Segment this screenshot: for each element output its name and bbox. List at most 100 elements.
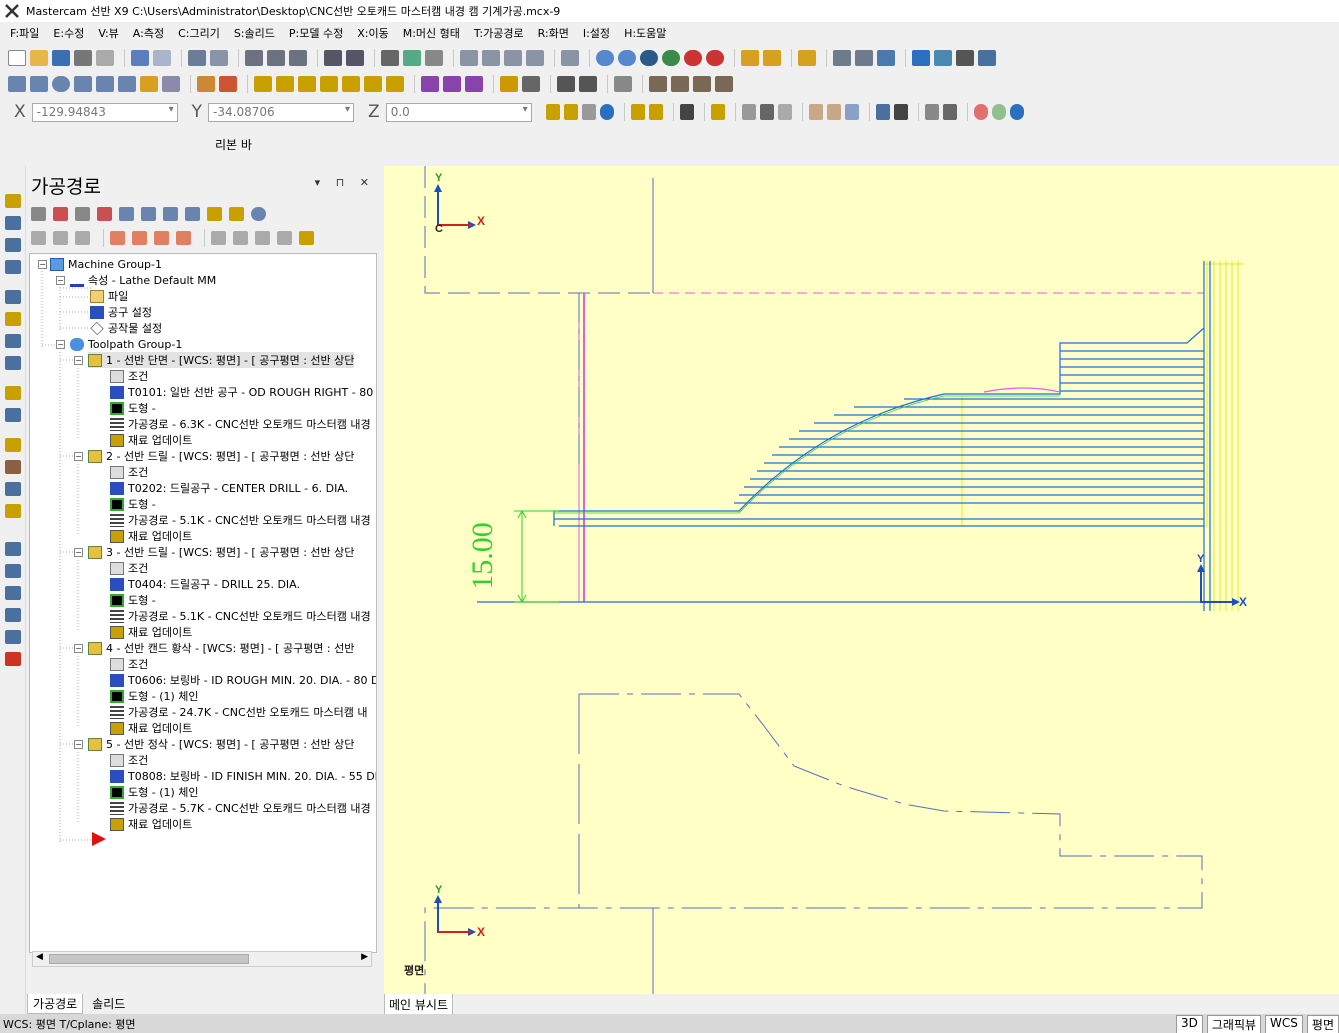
horizontal-dim-icon[interactable] xyxy=(557,76,575,92)
op-tool[interactable]: T0101: 일반 선반 공구 - OD ROUGH RIGHT - 80 DE… xyxy=(110,384,376,400)
point-icon[interactable] xyxy=(8,76,26,92)
lathe-drill-icon[interactable] xyxy=(5,334,21,348)
tab-main-viewsheet[interactable]: 메인 뷰시트 xyxy=(384,994,454,1016)
shaded-icon[interactable] xyxy=(640,50,658,66)
zoom-out-icon[interactable] xyxy=(346,50,364,66)
op-geometry[interactable]: 도형 - xyxy=(110,592,156,608)
options-icon[interactable] xyxy=(299,231,314,245)
lathe-canned-icon[interactable] xyxy=(5,356,21,370)
op-stock-update[interactable]: 재료 업데이트 xyxy=(110,432,192,448)
op-conditions[interactable]: 조건 xyxy=(110,752,148,768)
lathe-point-icon[interactable] xyxy=(5,438,21,452)
help-query-icon[interactable] xyxy=(855,50,873,66)
tree-toolpath-group[interactable]: Toolpath Group-1 xyxy=(70,336,182,352)
redo-icon[interactable] xyxy=(153,50,171,66)
menu-toolpaths[interactable]: T:가공경로 xyxy=(474,25,524,41)
op-tool[interactable]: T0606: 보링바 - ID ROUGH MIN. 20. DIA. - 80… xyxy=(110,672,376,688)
op-expander[interactable]: − xyxy=(74,644,83,653)
op-stock-update[interactable]: 재료 업데이트 xyxy=(110,720,192,736)
surface-icon[interactable] xyxy=(162,76,180,92)
simulate-icon[interactable] xyxy=(163,207,178,221)
wireframe-icon[interactable] xyxy=(662,50,680,66)
cube-view-icon[interactable] xyxy=(561,50,579,66)
g1-post-icon[interactable] xyxy=(185,207,200,221)
posting-icon[interactable] xyxy=(75,231,90,245)
dimension-text[interactable]: 15.00 xyxy=(466,522,499,590)
rectangle-icon[interactable] xyxy=(74,76,92,92)
tab-solids[interactable]: 솔리드 xyxy=(87,994,130,1014)
line-icon[interactable] xyxy=(30,76,48,92)
menu-solids[interactable]: S:솔리드 xyxy=(234,25,275,41)
delete-icon[interactable] xyxy=(219,76,237,92)
lathe-face-icon[interactable] xyxy=(5,194,21,208)
xform-translate-icon[interactable] xyxy=(254,76,272,92)
unzoom-icon[interactable] xyxy=(289,50,307,66)
y-coordinate-field[interactable]: -34.08706 xyxy=(208,102,355,122)
help-circle-icon[interactable] xyxy=(1009,104,1024,120)
hint-icon[interactable] xyxy=(500,76,518,92)
save-icon[interactable] xyxy=(52,50,70,66)
regen-all-icon[interactable] xyxy=(75,207,90,221)
menu-machine-type[interactable]: M:머신 형태 xyxy=(403,25,460,41)
grid-icon[interactable] xyxy=(978,50,996,66)
view-top-icon[interactable] xyxy=(460,50,478,66)
cube-a-icon[interactable] xyxy=(808,104,823,120)
move-down-icon[interactable] xyxy=(110,231,125,245)
x-coordinate-field[interactable]: -129.94843 xyxy=(31,102,178,122)
op-title[interactable]: 1 - 선반 단면 - [WCS: 평면] - [ 공구평면 : 선반 상단 xyxy=(88,352,355,368)
op-title[interactable]: 5 - 선반 정삭 - [WCS: 평면] - [ 공구평면 : 선반 상단 xyxy=(88,736,354,752)
note-icon[interactable] xyxy=(522,76,540,92)
zoom-icon[interactable] xyxy=(267,50,285,66)
menu-model-prep[interactable]: P:모델 수정 xyxy=(289,25,343,41)
op-geometry[interactable]: 도형 - (1) 체인 xyxy=(110,784,199,800)
mill-slot-icon[interactable] xyxy=(5,630,21,644)
menu-view[interactable]: V:뷰 xyxy=(98,25,118,41)
mill-solid-icon[interactable] xyxy=(5,652,21,666)
verify-icon[interactable] xyxy=(141,207,156,221)
query-icon[interactable] xyxy=(833,50,851,66)
snap-off-icon[interactable] xyxy=(581,104,596,120)
menu-screen[interactable]: R:화면 xyxy=(538,25,569,41)
op-expander[interactable]: − xyxy=(74,548,83,557)
op-toolpath[interactable]: 가공경로 - 5.1K - CNC선반 오토캐드 마스터캠 내경 xyxy=(110,608,371,624)
ok-icon[interactable] xyxy=(991,104,1006,120)
area-icon[interactable] xyxy=(710,104,725,120)
dimension-icon[interactable] xyxy=(877,50,895,66)
undo-icon[interactable] xyxy=(131,50,149,66)
toolpath-verify-icon[interactable] xyxy=(649,76,667,92)
xform-offset-icon[interactable] xyxy=(342,76,360,92)
single-op-icon[interactable] xyxy=(211,231,226,245)
show-ops-icon[interactable] xyxy=(233,231,248,245)
op-toolpath[interactable]: 가공경로 - 5.1K - CNC선반 오토캐드 마스터캠 내경 xyxy=(110,512,371,528)
tree-tool-settings[interactable]: 공구 설정 xyxy=(90,304,152,320)
mill-face-icon[interactable] xyxy=(5,608,21,622)
circle-icon[interactable] xyxy=(52,76,70,92)
op-conditions[interactable]: 조건 xyxy=(110,656,148,672)
scroll-thumb[interactable] xyxy=(49,954,249,964)
analyze-icon[interactable] xyxy=(798,50,816,66)
dynamic-rotate-icon[interactable] xyxy=(403,50,421,66)
op-stock-update[interactable]: 재료 업데이트 xyxy=(110,528,192,544)
lathe-quick-icon[interactable] xyxy=(5,386,21,400)
pencil-list-icon[interactable] xyxy=(763,50,781,66)
view-side-icon[interactable] xyxy=(504,50,522,66)
op-geometry[interactable]: 도형 - xyxy=(110,400,156,416)
op-tool[interactable]: T0404: 드릴공구 - DRILL 25. DIA. xyxy=(110,576,300,592)
snap-icon[interactable] xyxy=(563,104,578,120)
op-title[interactable]: 3 - 선반 드릴 - [WCS: 평면] - [ 공구평면 : 선반 상단 xyxy=(88,544,354,560)
op-tool[interactable]: T0202: 드릴공구 - CENTER DRILL - 6. DIA. xyxy=(110,480,348,496)
print-icon[interactable] xyxy=(74,50,92,66)
op-expander[interactable]: − xyxy=(74,452,83,461)
globe-icon[interactable] xyxy=(596,50,614,66)
xform-scale-icon[interactable] xyxy=(320,76,338,92)
menu-create[interactable]: C:그리기 xyxy=(178,25,220,41)
fast-point-icon[interactable] xyxy=(545,104,560,120)
toolpath-group-expander[interactable]: − xyxy=(56,340,65,349)
lathe-rough-icon[interactable] xyxy=(5,216,21,230)
op-conditions[interactable]: 조건 xyxy=(110,368,148,384)
lock-icon[interactable] xyxy=(31,231,46,245)
lathe-stock-icon[interactable] xyxy=(5,408,21,422)
tree-stock-settings[interactable]: 공작물 설정 xyxy=(90,320,162,336)
status-wcs-button[interactable]: WCS xyxy=(1265,1015,1303,1033)
insert-arrow-icon[interactable] xyxy=(154,231,169,245)
